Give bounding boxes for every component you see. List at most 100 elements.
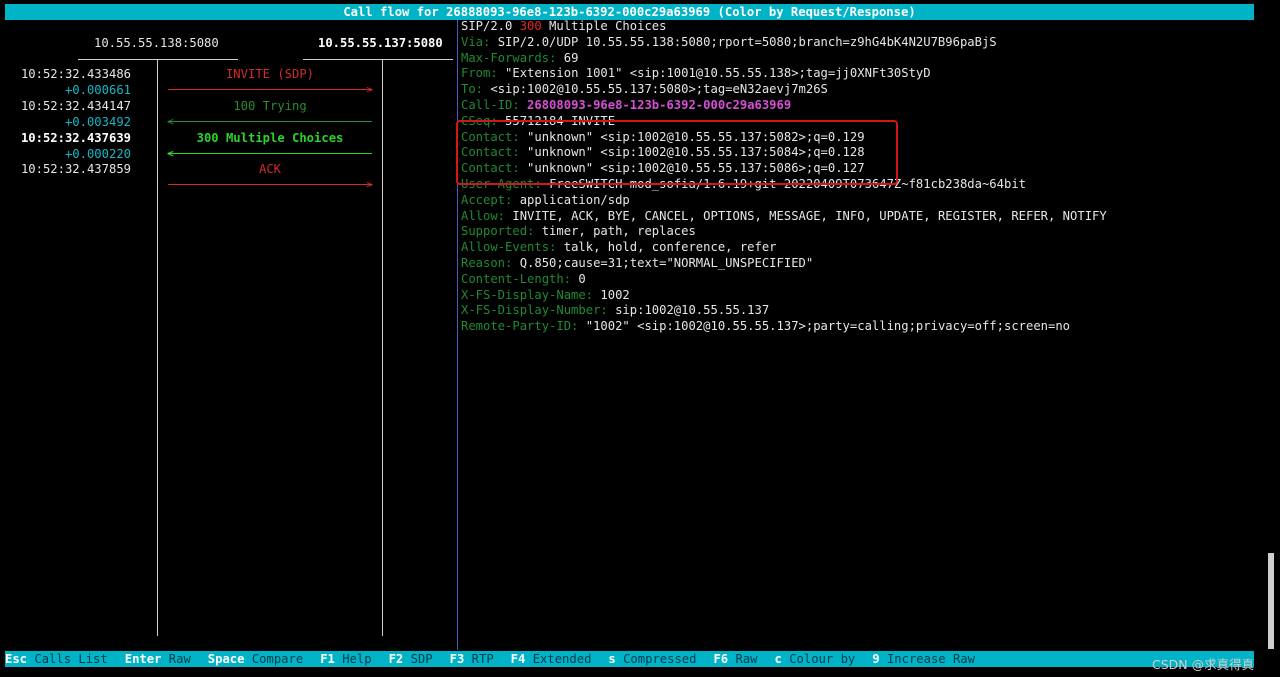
sip-header-line: Allow: INVITE, ACK, BYE, CANCEL, OPTIONS…	[461, 209, 1261, 225]
sip-header-value: timer, path, replaces	[541, 224, 696, 239]
sip-header-line: Accept: application/sdp	[461, 193, 1261, 209]
sip-header-line: X-FS-Display-Number: sip:1002@10.55.55.1…	[461, 303, 1261, 319]
sip-header-line: Reason: Q.850;cause=31;text="NORMAL_UNSP…	[461, 256, 1261, 272]
sip-header-value: "Extension 1001" <sip:1001@10.55.55.138>…	[505, 66, 931, 81]
flow-message-ack[interactable]: ACK	[168, 162, 372, 176]
arrow-left-icon: <	[167, 147, 174, 160]
sip-header-value: SIP/2.0/UDP 10.55.55.138:5080;rport=5080…	[497, 34, 997, 49]
sip-header-name: Via:	[461, 34, 498, 49]
shortcut-f1[interactable]: F1 Help	[320, 652, 371, 666]
shortcut-action: RTP	[471, 652, 494, 666]
shortcut-action: Raw	[735, 652, 758, 666]
sip-header-value: 1002	[600, 287, 630, 302]
sip-header-line: Call-ID: 26808093-96e8-123b-6392-000c29a…	[461, 98, 1261, 114]
sip-header-name: From:	[461, 66, 506, 81]
host-right-label: 10.55.55.137:5080	[318, 36, 443, 50]
shortcut-bar: Esc Calls List Enter Raw Space Compare F1 H…	[5, 651, 1254, 667]
shortcut-key: s	[608, 652, 616, 666]
sip-header-name: Call-ID:	[461, 97, 528, 112]
shortcut-9[interactable]: 9 Increase Raw	[872, 652, 975, 666]
shortcut-action: Calls List	[34, 652, 108, 666]
shortcut-action: Compressed	[623, 652, 697, 666]
shortcut-f4[interactable]: F4 Extended	[511, 652, 592, 666]
sip-header-value: sip:1002@10.55.55.137	[615, 303, 770, 318]
sip-header-line: Max-Forwards: 69	[461, 51, 1261, 67]
shortcut-f2[interactable]: F2 SDP	[389, 652, 433, 666]
shortcut-f3[interactable]: F3 RTP	[450, 652, 494, 666]
sip-header-line: Remote-Party-ID: "1002" <sip:1002@10.55.…	[461, 319, 1261, 335]
shortcut-f6[interactable]: F6 Raw	[713, 652, 757, 666]
host-right-underline	[303, 59, 453, 60]
shortcut-key: F3	[449, 652, 465, 666]
sip-header-name: Allow-Events:	[461, 240, 564, 255]
arrow-left-icon: <	[167, 115, 174, 128]
host-left-underline	[78, 59, 238, 60]
panel-divider	[457, 20, 458, 650]
sip-header-name: Accept:	[461, 192, 520, 207]
timestamp: 10:52:32.437859	[20, 162, 131, 176]
sip-header-name: Content-Length:	[461, 271, 579, 286]
shortcut-action: Extended	[532, 652, 592, 666]
flow-arrow-100-trying[interactable]: <	[167, 115, 372, 128]
shortcut-space[interactable]: Space Compare	[208, 652, 303, 666]
shortcut-key: F4	[510, 652, 526, 666]
flow-arrow-ack[interactable]: >	[168, 178, 373, 191]
flow-arrow-300-multiple-choices[interactable]: <	[167, 147, 372, 160]
sip-header-value: talk, hold, conference, refer	[563, 240, 777, 255]
sip-header-name: Supported:	[461, 224, 542, 239]
sip-header-line: Via: SIP/2.0/UDP 10.55.55.138:5080;rport…	[461, 35, 1261, 51]
shortcut-s[interactable]: s Compressed	[608, 652, 696, 666]
shortcut-key: Esc	[5, 652, 28, 666]
sip-header-line: To: <sip:1002@10.55.55.137:5080>;tag=eN3…	[461, 82, 1261, 98]
arrow-right-icon: >	[366, 83, 373, 96]
flow-message-300-multiple-choices[interactable]: 300 Multiple Choices	[168, 131, 372, 145]
shortcut-esc[interactable]: Esc Calls List	[5, 652, 108, 666]
shortcut-action: Increase Raw	[886, 652, 975, 666]
sip-status-line: SIP/2.0 300 Multiple Choices	[461, 19, 1261, 35]
host-right-lifeline	[382, 60, 383, 636]
sip-header-line: X-FS-Display-Name: 1002	[461, 288, 1261, 304]
title-bar: Call flow for 26888093-96e8-123b-6392-00…	[5, 4, 1254, 20]
sip-header-value: INVITE, ACK, BYE, CANCEL, OPTIONS, MESSA…	[512, 208, 1107, 223]
status-code: 300	[519, 19, 542, 33]
shortcut-key: F2	[388, 652, 404, 666]
sip-header-name: X-FS-Display-Name:	[461, 287, 601, 302]
sip-header-name: To:	[461, 82, 491, 97]
shortcut-key: 9	[872, 652, 880, 666]
shortcut-key: F1	[320, 652, 335, 666]
shortcut-key: c	[774, 652, 782, 666]
flow-message-invite[interactable]: INVITE (SDP)	[168, 67, 372, 81]
timestamp: 10:52:32.433486	[20, 67, 131, 81]
shortcut-key: Enter	[124, 652, 162, 666]
scrollbar[interactable]	[1268, 553, 1274, 649]
sip-header-value: "1002" <sip:1002@10.55.55.137>;party=cal…	[585, 319, 1071, 334]
sip-version: SIP/2.0	[461, 19, 520, 33]
flow-arrow-invite[interactable]: >	[168, 83, 373, 96]
shortcut-key: F6	[713, 652, 729, 666]
arrow-right-icon: >	[366, 178, 373, 191]
timestamp: 10:52:32.434147	[20, 99, 131, 113]
shortcut-c[interactable]: c Colour by	[775, 652, 856, 666]
shortcut-key: Space	[207, 652, 245, 666]
shortcut-action: Colour by	[789, 652, 856, 666]
sip-header-line: Supported: timer, path, replaces	[461, 224, 1261, 240]
sip-header-line: Content-Length: 0	[461, 272, 1261, 288]
time-delta: +0.003492	[64, 115, 131, 129]
status-text: Multiple Choices	[541, 19, 667, 33]
host-left-lifeline	[157, 60, 158, 636]
sip-header-name: Max-Forwards:	[461, 50, 564, 65]
shortcut-action: Compare	[251, 652, 304, 666]
sip-header-name: Remote-Party-ID:	[461, 319, 586, 334]
shortcut-action: Help	[342, 652, 372, 666]
shortcut-enter[interactable]: Enter Raw	[125, 652, 191, 666]
flow-message-100-trying[interactable]: 100 Trying	[168, 99, 372, 113]
host-left-label: 10.55.55.138:5080	[94, 36, 219, 50]
sip-header-line: From: "Extension 1001" <sip:1001@10.55.5…	[461, 66, 1261, 82]
sip-header-name: Reason:	[461, 255, 520, 270]
shortcut-action: SDP	[410, 652, 433, 666]
sip-header-value: 26808093-96e8-123b-6392-000c29a63969	[527, 97, 792, 112]
shortcut-action: Raw	[168, 652, 191, 666]
time-delta: +0.000220	[64, 147, 131, 161]
watermark: CSDN @求真得真	[1152, 657, 1255, 672]
time-delta: +0.000661	[64, 83, 131, 97]
